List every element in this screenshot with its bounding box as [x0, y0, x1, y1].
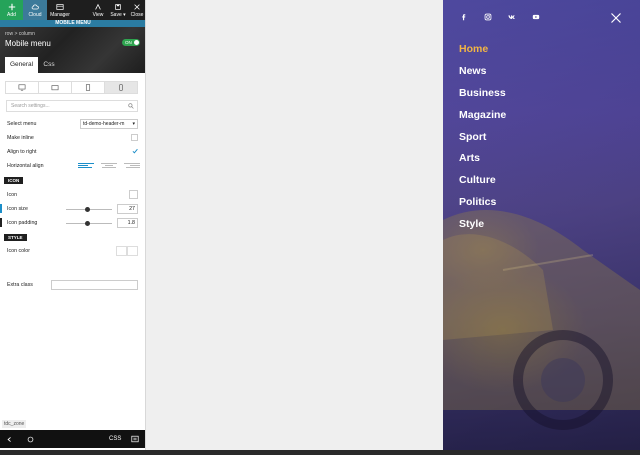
chevron-down-icon: ▾ — [132, 121, 135, 127]
desktop-icon — [18, 84, 26, 91]
icon-padding-input[interactable]: 1.8 — [117, 218, 138, 228]
menu-item[interactable]: Home — [459, 40, 506, 62]
close-icon — [134, 3, 140, 10]
icon-picker[interactable] — [129, 190, 138, 199]
element-toggle[interactable]: ON — [122, 39, 140, 46]
icon-size-input[interactable]: 27 — [117, 204, 138, 214]
top-toolbar: Add Cloud Manager View Save ▾ Close — [0, 0, 145, 20]
icon-color-swatches — [116, 246, 138, 256]
mobile-menu-preview: Home News Business Magazine Sport Arts Culture… — [443, 0, 640, 450]
breadcrumb[interactable]: row > column — [5, 31, 35, 37]
slider-handle[interactable] — [85, 221, 90, 226]
extra-class-label: Extra class — [7, 282, 33, 288]
facebook-icon[interactable] — [460, 13, 468, 21]
search-placeholder: Search settings... — [11, 103, 50, 109]
element-title: Mobile menu — [5, 39, 51, 48]
menu-item[interactable]: Business — [459, 84, 506, 106]
save-icon — [115, 3, 121, 10]
select-menu-dropdown[interactable]: td-demo-header-m ▾ — [80, 119, 138, 129]
menu-item[interactable]: Magazine — [459, 106, 506, 128]
menu-item[interactable]: Arts — [459, 149, 506, 171]
align-left-option[interactable] — [78, 162, 94, 170]
section-style: STYLE — [4, 234, 27, 241]
editor-panel: Add Cloud Manager View Save ▾ Close MOBI… — [0, 0, 146, 455]
color-swatch-hover[interactable] — [127, 246, 138, 256]
device-switcher — [5, 81, 138, 94]
instagram-icon[interactable] — [484, 13, 492, 21]
horizontal-align-label: Horizontal align — [7, 163, 44, 169]
close-menu-icon[interactable] — [610, 12, 622, 24]
save-label: Save ▾ — [110, 11, 126, 18]
align-right-label: Align to right — [7, 149, 37, 155]
home-button[interactable] — [27, 430, 34, 448]
manager-icon — [56, 3, 64, 10]
icon-size-label: Icon size — [7, 206, 28, 212]
menu-item[interactable]: Culture — [459, 171, 506, 193]
tablet-portrait-icon — [85, 84, 91, 91]
save-button[interactable]: Save ▾ — [108, 0, 128, 20]
close-button[interactable]: Close — [128, 0, 145, 20]
chevron-left-icon — [7, 436, 11, 442]
bottom-bar: CSS — [0, 430, 145, 448]
add-button[interactable]: Add — [0, 0, 23, 20]
os-taskbar — [0, 450, 640, 455]
manager-label: Manager — [50, 11, 70, 18]
section-icon: ICON — [4, 177, 24, 184]
extra-class-input[interactable] — [51, 280, 138, 290]
cloud-button[interactable]: Cloud — [23, 0, 47, 20]
view-icon — [95, 3, 101, 10]
icon-size-slider[interactable] — [66, 207, 112, 212]
menu-item[interactable]: Sport — [459, 128, 506, 150]
icon-color-label: Icon color — [7, 248, 30, 254]
social-icons — [460, 13, 540, 21]
slider-handle[interactable] — [85, 207, 90, 212]
align-right-checkbox[interactable] — [131, 147, 138, 154]
zone-tag: tdc_zone — [2, 420, 27, 428]
cloud-icon — [31, 4, 39, 9]
menu-item[interactable]: Style — [459, 215, 506, 237]
tab-general[interactable]: General — [5, 57, 38, 73]
device-phone[interactable] — [105, 82, 137, 93]
menu-item[interactable]: Politics — [459, 193, 506, 215]
tab-css[interactable]: Css — [39, 57, 59, 73]
youtube-icon[interactable] — [532, 13, 540, 21]
back-button[interactable] — [6, 430, 13, 448]
device-desktop[interactable] — [6, 82, 39, 93]
icon-label: Icon — [7, 192, 18, 198]
cloud-label: Cloud — [28, 11, 42, 18]
view-button[interactable]: View — [88, 0, 108, 20]
make-inline-checkbox[interactable] — [131, 134, 138, 141]
search-icon — [128, 103, 134, 109]
align-center-option[interactable] — [101, 162, 117, 170]
panel-header: MOBILE MENU — [0, 20, 145, 27]
align-right-option[interactable] — [124, 162, 140, 170]
icon-padding-slider[interactable] — [66, 221, 112, 226]
layers-button[interactable] — [131, 430, 139, 448]
horizontal-align-options — [78, 162, 140, 170]
css-button[interactable]: CSS — [109, 430, 121, 448]
phone-icon — [119, 84, 123, 91]
manager-button[interactable]: Manager — [47, 0, 73, 20]
select-menu-value: td-demo-header-m — [83, 121, 125, 127]
select-menu-label: Select menu — [7, 121, 37, 127]
add-label: Add — [7, 11, 16, 18]
tablet-landscape-icon — [51, 85, 59, 91]
layers-icon — [131, 435, 139, 443]
close-label: Close — [130, 11, 144, 18]
settings-search[interactable]: Search settings... — [6, 100, 138, 112]
make-inline-label: Make inline — [7, 135, 34, 141]
icon-padding-label: Icon padding — [7, 220, 38, 226]
mobile-menu-list: Home News Business Magazine Sport Arts Culture… — [459, 40, 506, 237]
view-label: View — [92, 11, 104, 18]
vk-icon[interactable] — [508, 13, 516, 21]
circle-icon — [27, 436, 34, 442]
checkmark-icon — [132, 148, 138, 154]
plus-icon — [8, 3, 15, 10]
device-tablet-portrait[interactable] — [72, 82, 105, 93]
device-tablet-landscape[interactable] — [39, 82, 72, 93]
color-swatch[interactable] — [116, 246, 127, 256]
menu-item[interactable]: News — [459, 62, 506, 84]
